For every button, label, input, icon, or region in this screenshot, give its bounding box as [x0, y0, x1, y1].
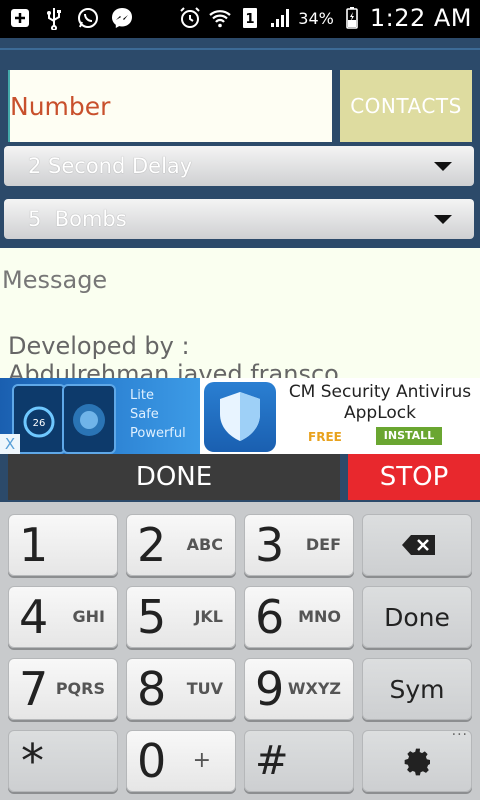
ad-image: 26 Lite Safe Powerful X: [0, 378, 200, 454]
key-plus: +: [192, 748, 211, 773]
sim-icon: 1: [243, 8, 258, 28]
ad-close-button[interactable]: X: [0, 434, 20, 454]
ad-banner[interactable]: 26 Lite Safe Powerful X CM Security Anti…: [0, 378, 480, 454]
key-7[interactable]: 7 PQRS: [8, 658, 118, 720]
scan-icon: [73, 404, 105, 436]
action-row: DONE STOP: [0, 454, 480, 502]
bombs-dropdown-value: 5 Bombs: [28, 207, 127, 231]
key-letters: TUV: [186, 679, 223, 698]
usb-icon: [47, 8, 61, 30]
key-letters: WXYZ: [287, 679, 341, 698]
ad-tagline: Lite Safe Powerful: [130, 386, 186, 443]
key-digit: 3: [255, 518, 285, 572]
key-digit: #: [255, 738, 289, 784]
backspace-key[interactable]: [362, 514, 472, 576]
done-key-label: Done: [384, 603, 450, 632]
key-letters: PQRS: [55, 679, 105, 698]
key-1[interactable]: 1: [8, 514, 118, 576]
ad-tagline-line: Lite: [130, 388, 154, 403]
svg-text:26: 26: [33, 418, 46, 429]
sym-key[interactable]: Sym: [362, 658, 472, 720]
key-letters: DEF: [305, 535, 341, 554]
bombs-dropdown[interactable]: 5 Bombs: [4, 199, 474, 239]
chevron-down-icon: [434, 215, 452, 224]
ad-title: CM Security Antivirus AppLock: [288, 382, 472, 423]
status-bar: 1 34% 1:22 AM: [0, 0, 480, 38]
backspace-icon: [402, 535, 435, 555]
key-digit: 6: [255, 590, 285, 644]
ad-install-button[interactable]: INSTALL: [376, 427, 442, 445]
system-icons: 1 34% 1:22 AM: [178, 4, 472, 32]
done-button[interactable]: DONE: [8, 454, 340, 500]
more-icon: ···: [451, 727, 468, 743]
gauge-icon: 26: [23, 406, 55, 438]
delay-dropdown-value: 2 Second Delay: [28, 154, 193, 178]
ad-tagline-line: Powerful: [130, 426, 186, 441]
key-8[interactable]: 8 TUV: [126, 658, 236, 720]
contacts-button[interactable]: CONTACTS: [340, 70, 472, 142]
add-icon: [11, 9, 29, 27]
key-5[interactable]: 5 JKL: [126, 586, 236, 648]
key-hash[interactable]: #: [244, 730, 354, 792]
key-6[interactable]: 6 MNO: [244, 586, 354, 648]
numeric-keypad: 1 2 ABC 3 DEF 4 GHI 5 JKL 6 MNO Done 7 P…: [0, 502, 480, 800]
key-3[interactable]: 3 DEF: [244, 514, 354, 576]
key-0[interactable]: 0 +: [126, 730, 236, 792]
done-key[interactable]: Done: [362, 586, 472, 648]
key-digit: 2: [137, 518, 167, 572]
gear-icon: [404, 748, 430, 776]
key-letters: MNO: [298, 607, 341, 626]
battery-percent: 34%: [298, 8, 334, 28]
signal-icon: [271, 9, 290, 27]
notification-icons: [8, 6, 134, 30]
sym-key-label: Sym: [389, 675, 445, 704]
key-9[interactable]: 9 WXYZ: [244, 658, 354, 720]
phone-graphic: [62, 384, 116, 454]
key-digit: 7: [19, 662, 49, 716]
message-placeholder: Message: [2, 266, 108, 294]
key-letters: ABC: [186, 535, 223, 554]
battery-charging-icon: [346, 7, 358, 29]
key-4[interactable]: 4 GHI: [8, 586, 118, 648]
key-digit: 1: [19, 518, 49, 572]
clock: 1:22 AM: [369, 4, 472, 32]
key-digit: *: [21, 734, 44, 788]
shield-icon: [204, 382, 276, 452]
delay-dropdown[interactable]: 2 Second Delay: [4, 146, 474, 186]
wifi-icon: [209, 10, 232, 28]
alarm-icon: [180, 7, 200, 28]
ad-free-label: FREE: [308, 430, 342, 444]
phone-graphic: 26: [12, 384, 66, 454]
svg-text:1: 1: [246, 12, 255, 27]
key-digit: 8: [137, 662, 167, 716]
whatsapp-icon: [78, 8, 98, 28]
messenger-icon: [112, 8, 132, 28]
key-digit: 0: [137, 734, 167, 788]
developer-name: Abdulrehman javed fransco: [8, 360, 339, 378]
key-digit: 4: [19, 590, 49, 644]
key-letters: JKL: [194, 607, 223, 626]
developer-label: Developed by :: [8, 332, 190, 360]
stop-button[interactable]: STOP: [348, 454, 480, 500]
key-2[interactable]: 2 ABC: [126, 514, 236, 576]
message-field[interactable]: Message Developed by : Abdulrehman javed…: [0, 248, 480, 378]
key-star[interactable]: *: [8, 730, 118, 792]
ad-tagline-line: Safe: [130, 407, 159, 422]
divider: [0, 48, 480, 50]
key-letters: GHI: [72, 607, 105, 626]
key-digit: 9: [255, 662, 285, 716]
form-panel: CONTACTS 2 Second Delay 5 Bombs: [0, 38, 480, 248]
chevron-down-icon: [434, 162, 452, 171]
key-digit: 5: [137, 590, 167, 644]
number-input[interactable]: [8, 70, 332, 142]
